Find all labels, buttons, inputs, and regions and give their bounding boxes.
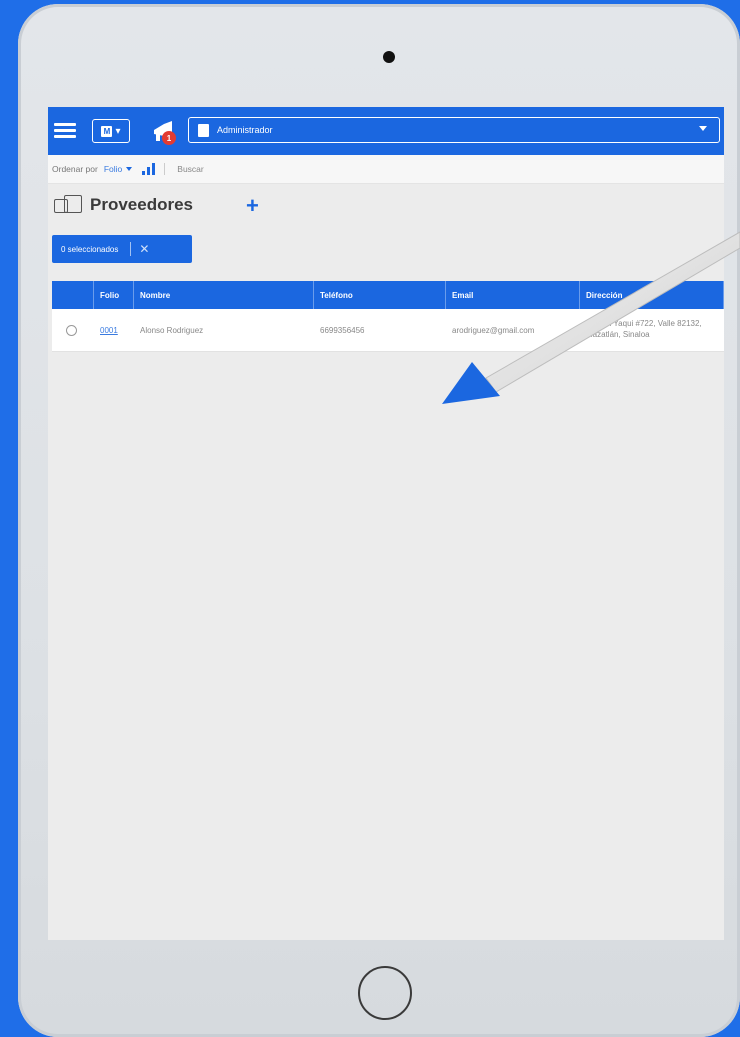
role-select[interactable]: Administrador [188,117,720,143]
selection-indicator: 0 seleccionados ✕ [52,235,192,263]
table-row[interactable]: 0001 Alonso Rodriguez 6699356456 arodrig… [52,309,724,352]
column-header-direccion[interactable]: Dirección [580,281,724,309]
cell-telefono: 6699356456 [320,325,365,335]
column-header-nombre[interactable]: Nombre [134,281,314,309]
cell-direccion: Río del Yaqui #722, Valle 82132, Mazatlá… [586,319,702,339]
search-input[interactable]: Buscar [177,164,203,174]
sort-direction-icon[interactable] [142,163,156,175]
column-header [52,281,94,309]
cell-email: arodriguez@gmail.com [452,325,535,335]
sort-label: Ordenar por [52,164,98,174]
windows-icon [54,195,84,215]
add-provider-button[interactable]: + [246,193,259,219]
hamburger-icon[interactable] [54,123,76,139]
column-header-folio[interactable]: Folio [94,281,134,309]
camera-dot [383,51,395,63]
divider [164,163,166,175]
tablet-frame: M ▾ 1 Administrador Ordenar por Folio Bu… [18,4,740,1037]
row-select-radio[interactable] [66,324,77,336]
selected-count: 0 seleccionados [61,244,119,254]
top-bar: M ▾ 1 Administrador [48,107,724,155]
folio-link[interactable]: 0001 [100,326,118,335]
sort-bar: Ordenar por Folio Buscar [48,155,724,184]
chevron-down-icon: ▾ [115,125,121,137]
providers-table: Folio Nombre Teléfono Email Dirección 00… [52,281,724,352]
home-button [358,966,412,1020]
notification-badge: 1 [162,131,176,145]
document-icon [198,123,209,137]
sort-field-select[interactable]: Folio [104,164,122,174]
column-header-email[interactable]: Email [446,281,580,309]
app-screen: M ▾ 1 Administrador Ordenar por Folio Bu… [48,107,724,940]
mailbox-icon: M [101,125,113,137]
table-header: Folio Nombre Teléfono Email Dirección [52,281,724,309]
chevron-down-icon[interactable] [126,167,133,171]
chevron-down-icon [699,126,707,131]
mailbox-dropdown[interactable]: M ▾ [92,119,130,143]
clear-selection-button[interactable]: ✕ [139,242,149,256]
column-header-telefono[interactable]: Teléfono [314,281,446,309]
cell-nombre: Alonso Rodriguez [140,325,204,335]
role-label: Administrador [217,125,273,135]
page-header: Proveedores [54,195,193,215]
page-title: Proveedores [90,195,193,214]
divider [130,242,132,256]
